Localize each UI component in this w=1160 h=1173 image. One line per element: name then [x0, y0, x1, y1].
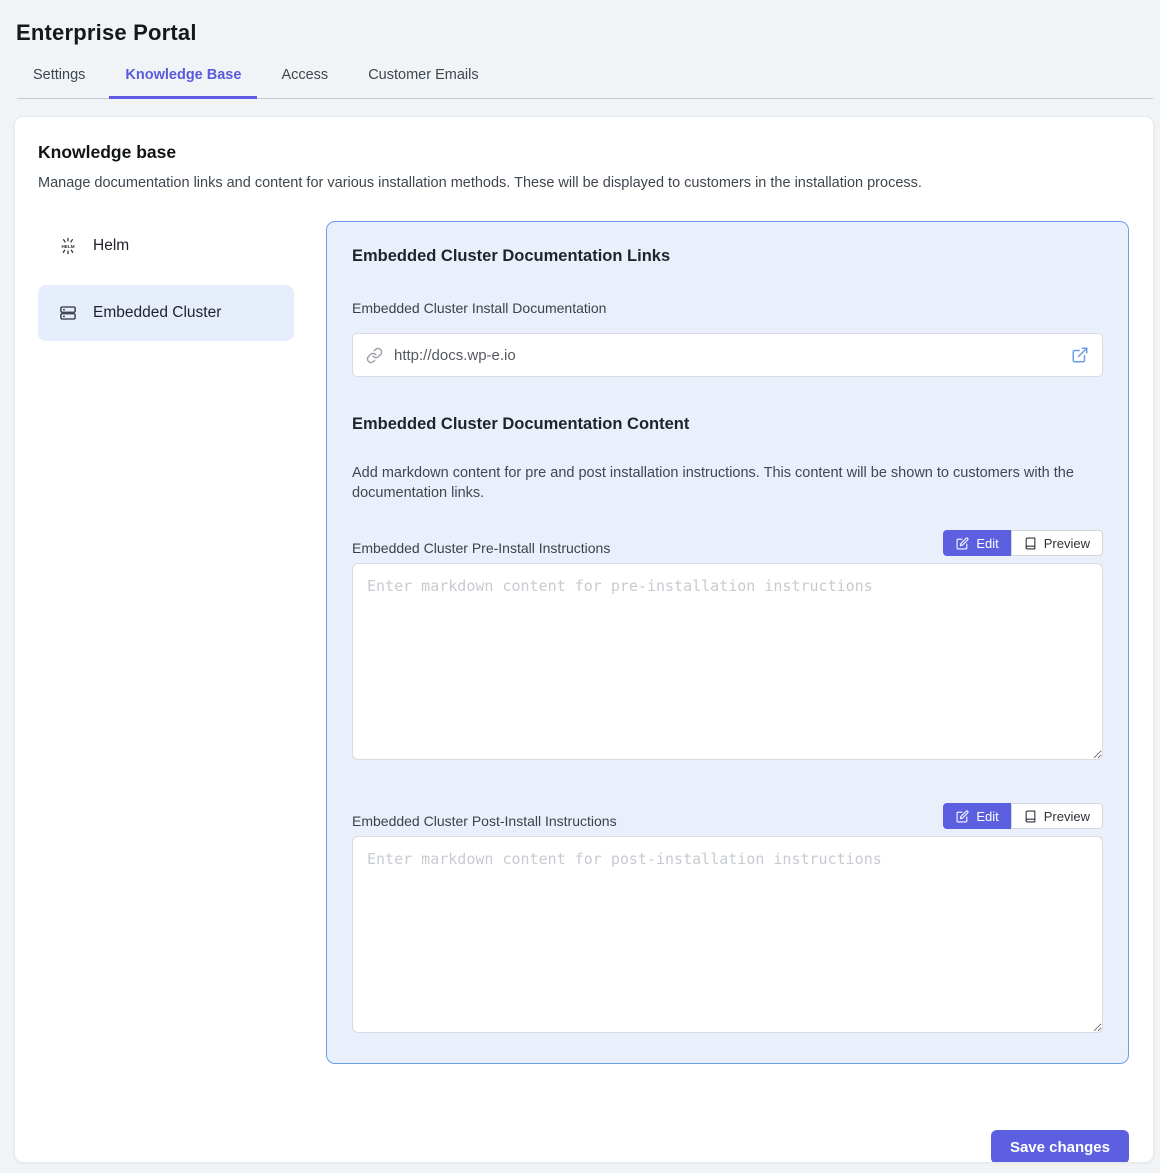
preview-button-label: Preview — [1044, 536, 1090, 551]
pencil-square-icon — [956, 537, 969, 550]
post-install-mode-toggle: Edit Preview — [943, 803, 1103, 829]
tab-knowledge-base[interactable]: Knowledge Base — [109, 59, 257, 98]
save-changes-button[interactable]: Save changes — [991, 1130, 1129, 1163]
tab-customer-emails[interactable]: Customer Emails — [352, 59, 494, 98]
external-link-icon[interactable] — [1071, 346, 1089, 364]
tab-access[interactable]: Access — [265, 59, 344, 98]
preview-mode-button[interactable]: Preview — [1011, 530, 1103, 556]
edit-mode-button[interactable]: Edit — [943, 530, 1010, 556]
edit-button-label: Edit — [976, 809, 998, 824]
pre-install-label: Embedded Cluster Pre-Install Instruction… — [352, 540, 610, 556]
link-icon — [366, 347, 383, 364]
sidebar-item-embedded-cluster[interactable]: Embedded Cluster — [38, 285, 294, 341]
svg-text:HELM: HELM — [61, 244, 74, 249]
embedded-cluster-panel: Embedded Cluster Documentation Links Emb… — [326, 221, 1129, 1064]
install-doc-label: Embedded Cluster Install Documentation — [352, 300, 1103, 316]
preview-button-label: Preview — [1044, 809, 1090, 824]
post-install-label-row: Embedded Cluster Post-Install Instructio… — [352, 803, 1103, 829]
content-section-description: Add markdown content for pre and post in… — [352, 463, 1100, 503]
page-header: Enterprise Portal — [0, 0, 1160, 46]
install-method-nav: HELM Helm Embedded Cluster — [38, 221, 294, 341]
content-section-title: Embedded Cluster Documentation Content — [352, 415, 1103, 434]
post-install-label: Embedded Cluster Post-Install Instructio… — [352, 813, 617, 829]
edit-mode-button[interactable]: Edit — [943, 803, 1010, 829]
content-row: HELM Helm Embedded Cluster Embedde — [38, 221, 1129, 1064]
pre-install-instructions-textarea[interactable] — [352, 563, 1103, 760]
sidebar-item-helm[interactable]: HELM Helm — [38, 221, 294, 271]
install-doc-url-input[interactable] — [394, 347, 1071, 364]
post-install-instructions-textarea[interactable] — [352, 836, 1103, 1033]
page-title: Knowledge base — [38, 142, 1129, 163]
tab-settings[interactable]: Settings — [17, 59, 101, 98]
book-icon — [1024, 810, 1037, 823]
install-doc-input-wrap — [352, 333, 1103, 377]
tab-bar: Settings Knowledge Base Access Customer … — [17, 59, 1153, 99]
app-title: Enterprise Portal — [16, 20, 1144, 46]
links-section-title: Embedded Cluster Documentation Links — [352, 247, 1103, 266]
edit-button-label: Edit — [976, 536, 998, 551]
page-description: Manage documentation links and content f… — [38, 175, 1129, 191]
preview-mode-button[interactable]: Preview — [1011, 803, 1103, 829]
pre-install-mode-toggle: Edit Preview — [943, 530, 1103, 556]
sidebar-item-label: Helm — [93, 237, 129, 255]
card-footer: Save changes — [38, 1130, 1129, 1163]
pencil-square-icon — [956, 810, 969, 823]
sidebar-item-label: Embedded Cluster — [93, 304, 221, 322]
pre-install-label-row: Embedded Cluster Pre-Install Instruction… — [352, 530, 1103, 556]
server-stack-icon — [59, 304, 77, 322]
book-icon — [1024, 537, 1037, 550]
helm-logo-icon: HELM — [59, 237, 77, 255]
knowledge-base-card: Knowledge base Manage documentation link… — [14, 116, 1154, 1163]
